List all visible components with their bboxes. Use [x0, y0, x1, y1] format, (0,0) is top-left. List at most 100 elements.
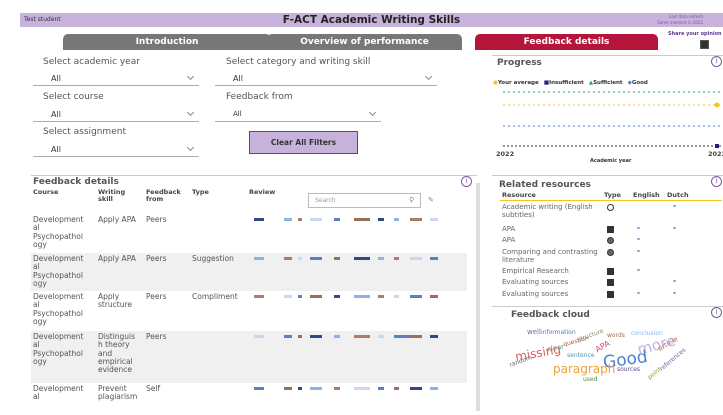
tab-introduction[interactable]: Introduction	[63, 34, 271, 50]
cell-writing-skill: Apply APA	[98, 215, 136, 224]
academic-year-label: Select academic year	[43, 57, 141, 67]
cell-course: Development al Psychopathol ogy	[33, 215, 84, 249]
progress-title: Progress	[497, 58, 542, 68]
review-text-segment	[334, 257, 340, 260]
review-text-segment	[334, 387, 340, 390]
assignment-label: Select assignment	[43, 127, 126, 137]
review-text-segment	[378, 335, 384, 338]
cell-feedback-from: Peers	[146, 292, 167, 301]
col-feedback-from[interactable]: Feedback from	[146, 189, 188, 203]
table-row[interactable]	[31, 293, 467, 333]
resource-link[interactable]: Evaluating sources	[502, 278, 598, 286]
review-text-segment	[394, 387, 399, 390]
clear-all-filters-button[interactable]: Clear All Filters	[249, 131, 358, 154]
cloud-word: information	[541, 329, 576, 336]
category-label: Select category and writing skill	[226, 57, 371, 67]
res-col-english[interactable]: English	[633, 192, 660, 199]
table-row[interactable]	[31, 333, 467, 385]
cell-feedback-from: Peers	[146, 332, 167, 341]
cell-review	[254, 218, 444, 222]
divider	[492, 55, 723, 56]
review-text-segment	[378, 295, 384, 298]
col-review[interactable]: Review	[249, 189, 275, 196]
x-tick-end: 2022	[708, 150, 723, 158]
review-text-segment	[410, 387, 422, 390]
video-icon	[607, 204, 614, 211]
col-writing-skill[interactable]: Writing skill	[98, 189, 136, 203]
info-icon[interactable]: i	[711, 307, 722, 318]
info-icon[interactable]: i	[711, 56, 722, 67]
student-name: Test student	[24, 16, 61, 23]
assignment-select[interactable]: All	[33, 143, 199, 157]
res-col-dutch[interactable]: Dutch	[667, 192, 689, 199]
review-text-segment	[430, 218, 438, 221]
english-link-icon[interactable]: ⚭	[636, 236, 641, 243]
book-icon	[607, 226, 614, 233]
tab-feedback-details[interactable]: Feedback details	[475, 34, 658, 50]
col-type[interactable]: Type	[192, 189, 209, 196]
tab-overview-of-performance[interactable]: Overview of performance	[267, 34, 462, 50]
progress-chart	[503, 91, 723, 148]
course-label: Select course	[43, 92, 104, 102]
resource-link[interactable]: APA	[502, 236, 598, 244]
review-text-segment	[254, 387, 264, 390]
english-link-icon[interactable]: ⚭	[636, 290, 641, 297]
search-input[interactable]: Search	[308, 193, 421, 208]
review-text-segment	[298, 335, 302, 338]
book-icon	[607, 279, 614, 286]
cell-writing-skill: Apply APA	[98, 254, 136, 263]
resource-link[interactable]: Comparing and contrasting literature	[502, 248, 598, 264]
resource-link[interactable]: Evaluating sources	[502, 290, 598, 298]
course-value: All	[51, 110, 61, 119]
dutch-link-icon[interactable]: ⚭	[672, 203, 677, 210]
cloud-word: point	[646, 365, 663, 382]
info-icon[interactable]: i	[711, 176, 722, 187]
english-link-icon[interactable]: ⚭	[636, 225, 641, 232]
review-text-segment	[410, 257, 422, 260]
col-course[interactable]: Course	[33, 189, 93, 196]
cell-feedback-from: Self	[146, 384, 161, 393]
top-bar: F-ACT Academic Writing Skills Test stude…	[20, 13, 723, 27]
feedback-from-select[interactable]: All	[215, 108, 381, 122]
dutch-link-icon[interactable]: ⚭	[672, 290, 677, 297]
feedback-from-value: All	[233, 110, 242, 118]
review-text-segment	[394, 257, 399, 260]
review-text-segment	[430, 295, 438, 298]
cell-type: Compliment	[192, 292, 238, 301]
review-text-segment	[284, 335, 292, 338]
review-text-segment	[354, 218, 370, 221]
cloud-word: conclusion	[631, 330, 663, 337]
cell-review	[254, 335, 444, 339]
english-link-icon[interactable]: ⚭	[636, 267, 641, 274]
scrollbar[interactable]	[476, 183, 480, 411]
dutch-link-icon[interactable]: ⚭	[672, 225, 677, 232]
review-text-segment	[310, 387, 322, 390]
resource-link[interactable]: Academic writing (English subtitles)	[502, 203, 598, 219]
review-text-segment	[254, 335, 264, 338]
academic-year-value: All	[51, 74, 61, 83]
divider	[31, 175, 477, 176]
dutch-link-icon[interactable]: ⚭	[672, 278, 677, 285]
comment-icon[interactable]	[700, 40, 709, 49]
review-text-segment	[394, 295, 399, 298]
cell-writing-skill: Prevent plagiarism	[98, 384, 138, 402]
review-text-segment	[298, 218, 302, 221]
category-select[interactable]: All	[215, 72, 437, 86]
review-text-segment	[354, 295, 370, 298]
res-col-type[interactable]: Type	[604, 192, 621, 199]
info-icon[interactable]: i	[461, 176, 472, 187]
review-text-segment	[378, 218, 384, 221]
resource-link[interactable]: Empirical Research	[502, 267, 598, 275]
english-link-icon[interactable]: ⚭	[636, 248, 641, 255]
share-opinion-link[interactable]: Share your opinion	[668, 31, 722, 37]
res-col-resource[interactable]: Resource	[502, 192, 536, 199]
category-value: All	[233, 74, 243, 83]
cloud-word: well	[527, 328, 541, 336]
review-text-segment	[284, 218, 292, 221]
cell-type: Suggestion	[192, 254, 234, 263]
eraser-icon[interactable]: ✎	[428, 196, 434, 204]
resource-link[interactable]: APA	[502, 225, 598, 233]
academic-year-select[interactable]: All	[33, 72, 199, 86]
course-select[interactable]: All	[33, 108, 199, 122]
review-text-segment	[354, 387, 370, 390]
